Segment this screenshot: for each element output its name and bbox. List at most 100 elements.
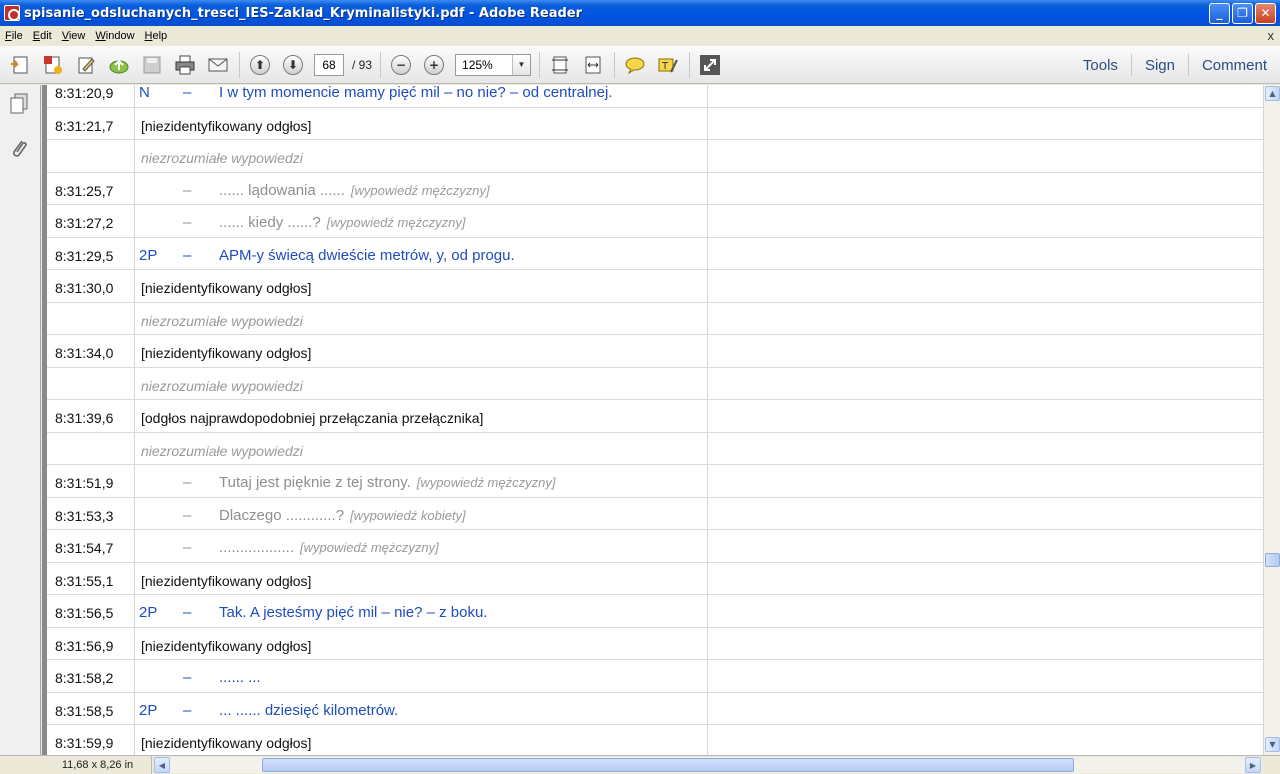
status-bar: 11,68 x 8,26 in ◀ ▶ xyxy=(0,755,1280,774)
toolbar-separator xyxy=(380,51,382,78)
utterance-content: [niezidentyfikowany odgłos] xyxy=(141,572,312,589)
page-number-input[interactable]: 68 xyxy=(314,53,344,76)
utterance-text: niezrozumiałe wypowiedzi xyxy=(141,313,303,329)
transcript-row: niezrozumiałe wypowiedzi xyxy=(47,140,1263,173)
timestamp: 8:31:59,9 xyxy=(55,735,114,751)
document-close-button[interactable]: x xyxy=(1268,28,1275,43)
save-button[interactable] xyxy=(139,52,165,78)
utterance-text: [niezidentyfikowany odgłos] xyxy=(141,118,311,134)
utterance-content: [niezidentyfikowany odgłos] xyxy=(141,637,312,654)
utterance-content: [niezidentyfikowany odgłos] xyxy=(141,117,312,134)
utterance-content: [niezidentyfikowany odgłos] xyxy=(141,280,312,296)
transcript-row: 8:31:39,6 [odgłos najprawdopodobniej prze… xyxy=(47,400,1263,433)
timestamp: 8:31:58,2 xyxy=(55,670,114,686)
arrow-down-icon: ⬇ xyxy=(283,54,303,75)
save-disk-icon xyxy=(143,56,161,73)
horizontal-scroll-thumb[interactable] xyxy=(262,758,1074,772)
speaker-label: 2P xyxy=(139,701,158,719)
print-button[interactable] xyxy=(172,52,198,78)
create-pdf-2-button[interactable] xyxy=(40,52,66,78)
utterance-text: ...... kiedy ......? [wypowiedź mężczyzny… xyxy=(219,214,465,231)
full-screen-button[interactable] xyxy=(697,52,723,78)
transcript-row: 8:31:58,2 – ...... ... xyxy=(47,660,1263,693)
utterance-text: [niezidentyfikowany odgłos] xyxy=(141,280,311,296)
horizontal-scrollbar[interactable]: ◀ ▶ xyxy=(154,757,1262,773)
utterance-text: niezrozumiałe wypowiedzi xyxy=(141,443,303,459)
expand-icon xyxy=(700,54,721,75)
title-bar: spisanie_odsluchanych_tresci_IES-Zaklad_… xyxy=(0,0,1280,26)
transcript-row: niezrozumiałe wypowiedzi xyxy=(47,368,1263,400)
utterance-content: [niezidentyfikowany odgłos] xyxy=(141,735,312,751)
highlight-button[interactable]: T xyxy=(655,52,681,78)
transcript-row: 8:31:58,5 2P – ... ...... dziesięć kilometr… xyxy=(47,693,1263,725)
utterance-text: .................. [wypowiedź mężczyzny] xyxy=(219,539,439,556)
menu-view[interactable]: View xyxy=(57,30,91,42)
minimize-button[interactable]: _ xyxy=(1209,2,1230,24)
speaker-note: [wypowiedź mężczyzny] xyxy=(326,215,466,230)
speaker-label: N xyxy=(139,85,150,101)
transcript-row: 8:31:53,3 – Dlaczego ............? [wypowie… xyxy=(47,498,1263,530)
utterance-text: ...... lądowania ...... [wypowiedź mężczy… xyxy=(219,182,490,199)
cloud-upload-icon xyxy=(109,59,129,73)
toolbar-separator xyxy=(239,51,240,78)
toolbar-separator xyxy=(614,51,616,78)
envelope-icon xyxy=(208,58,228,71)
zoom-select[interactable]: 125% ▼ xyxy=(455,53,532,76)
transcript-row: niezrozumiałe wypowiedzi xyxy=(47,303,1263,335)
close-button[interactable]: ✕ xyxy=(1255,2,1276,24)
next-page-button[interactable]: ⬇ xyxy=(280,52,306,78)
utterance-text: [niezidentyfikowany odgłos] xyxy=(141,345,311,361)
transcript-row: niezrozumiałe wypowiedzi xyxy=(47,433,1263,465)
tools-link[interactable]: Tools xyxy=(1070,54,1131,76)
timestamp: 8:31:21,7 xyxy=(55,117,114,134)
sign-link[interactable]: Sign xyxy=(1130,54,1188,76)
utterance-content: Dlaczego ............? xyxy=(219,506,345,524)
page-size: 11,68 x 8,26 in xyxy=(44,756,152,774)
scroll-left-button[interactable]: ◀ xyxy=(154,757,170,773)
sticky-note-button[interactable] xyxy=(622,52,648,78)
scroll-thumb[interactable] xyxy=(1265,553,1280,567)
attachments-button[interactable] xyxy=(8,137,30,159)
menu-file[interactable]: File xyxy=(0,30,28,42)
restore-button[interactable]: ❐ xyxy=(1232,2,1253,24)
scroll-up-button[interactable]: ▲ xyxy=(1265,86,1280,101)
comment-link[interactable]: Comment xyxy=(1187,54,1280,76)
zoom-out-button[interactable]: − xyxy=(388,52,414,78)
page-total: / 93 xyxy=(352,57,373,72)
utterance-text: APM-y świecą dwieście metrów, y, od prog… xyxy=(219,247,515,264)
utterance-content: Tutaj jest pięknie z tej strony. xyxy=(219,474,411,491)
toolbar-separator xyxy=(689,51,691,78)
transcript-row: 8:31:59,9 [niezidentyfikowany odgłos] xyxy=(47,725,1263,755)
email-button[interactable] xyxy=(205,52,231,78)
document-view[interactable]: 8:31:20,9 N – I w tym momencie mamy pięć mi… xyxy=(42,85,1263,755)
page-thumbnails-button[interactable] xyxy=(8,93,30,115)
create-pdf-button[interactable] xyxy=(7,52,33,78)
scroll-down-button[interactable]: ▼ xyxy=(1265,737,1280,752)
svg-text:T: T xyxy=(661,61,669,72)
previous-page-button[interactable]: ⬆ xyxy=(247,52,273,78)
fit-width-button[interactable] xyxy=(580,52,606,78)
zoom-in-button[interactable]: + xyxy=(421,52,447,78)
utterance-content: niezrozumiałe wypowiedzi xyxy=(141,377,303,394)
timestamp: 8:31:27,2 xyxy=(55,215,114,231)
edit-button[interactable] xyxy=(73,52,99,78)
chevron-down-icon[interactable]: ▼ xyxy=(512,54,531,75)
transcript-row: 8:31:21,7 [niezidentyfikowany odgłos] xyxy=(47,108,1263,140)
scroll-right-button[interactable]: ▶ xyxy=(1245,757,1261,773)
window-title: spisanie_odsluchanych_tresci_IES-Zaklad_… xyxy=(24,5,583,21)
menu-window[interactable]: Window xyxy=(90,30,139,42)
utterance-content: Tak. A jesteśmy pięć mil – nie? – z boku… xyxy=(219,604,488,621)
timestamp: 8:31:56,5 xyxy=(55,605,114,621)
menu-help[interactable]: Help xyxy=(140,30,173,42)
minus-icon: − xyxy=(391,54,412,75)
upload-button[interactable] xyxy=(106,52,132,78)
speaker-label: 2P xyxy=(139,604,158,621)
vertical-scrollbar[interactable]: ▲ ▼ xyxy=(1263,85,1280,755)
navigation-pane xyxy=(0,85,41,755)
utterance-content: [odgłos najprawdopodobniej przełączania … xyxy=(141,410,484,426)
fit-page-button[interactable] xyxy=(547,52,573,78)
transcript-row: 8:31:27,2 – ...... kiedy ......? [wypowiedź… xyxy=(47,205,1263,238)
timestamp: 8:31:55,1 xyxy=(55,572,114,589)
utterance-text: Tutaj jest pięknie z tej strony. [wypowie… xyxy=(219,474,555,491)
menu-edit[interactable]: Edit xyxy=(28,30,57,42)
